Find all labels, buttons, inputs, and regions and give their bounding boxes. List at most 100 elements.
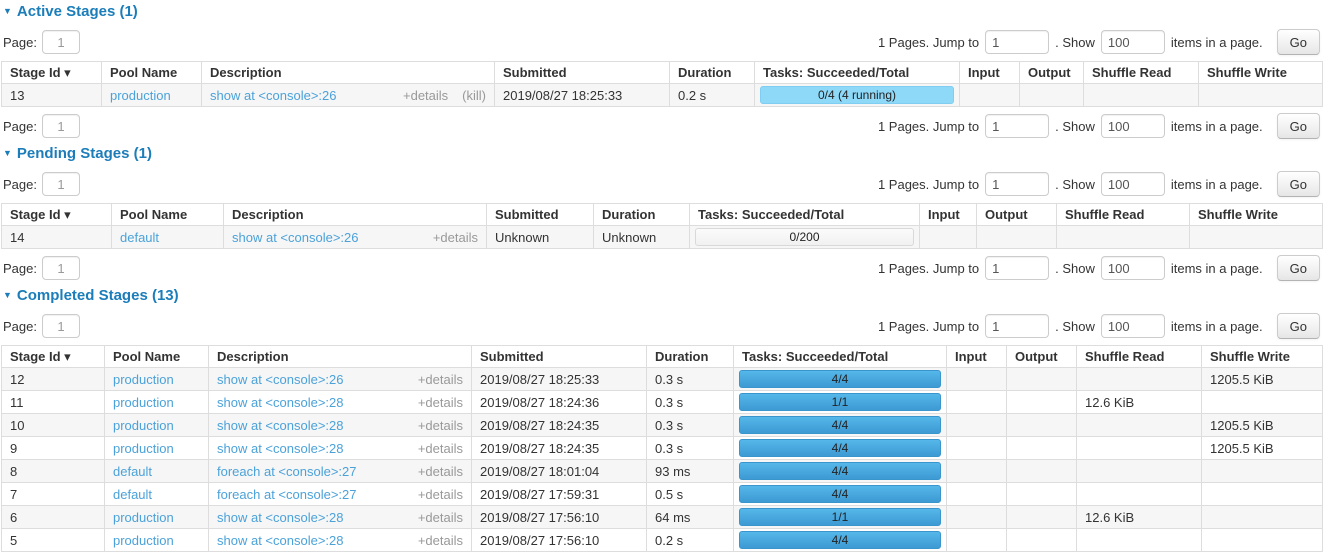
collapse-arrow-icon: ▼ [3, 290, 12, 300]
input-cell [947, 529, 1007, 552]
column-header-stage-id[interactable]: Stage Id ▾ [2, 204, 112, 226]
details-link[interactable]: +details [418, 441, 463, 456]
completed-top-pagination: Page:1 Pages. Jump to. Showitems in a pa… [3, 313, 1320, 339]
pool-name-link[interactable]: default [120, 230, 159, 245]
show-count-input[interactable] [1101, 256, 1165, 280]
page-label: Page: [3, 119, 37, 134]
description-link[interactable]: foreach at <console>:27 [217, 487, 357, 502]
column-header-duration[interactable]: Duration [594, 204, 690, 226]
go-button[interactable]: Go [1277, 113, 1320, 139]
column-header-shuffle-write[interactable]: Shuffle Write [1202, 346, 1323, 368]
column-header-submitted[interactable]: Submitted [495, 62, 670, 84]
column-header-input[interactable]: Input [947, 346, 1007, 368]
column-header-shuffle-write[interactable]: Shuffle Write [1190, 204, 1323, 226]
column-header-submitted[interactable]: Submitted [472, 346, 647, 368]
items-per-page-label: items in a page. [1171, 261, 1263, 276]
details-link[interactable]: +details [418, 395, 463, 410]
jump-to-input[interactable] [985, 314, 1049, 338]
jump-to-input[interactable] [985, 30, 1049, 54]
pool-name-link[interactable]: production [113, 395, 174, 410]
page-number-input[interactable] [42, 314, 80, 338]
column-header-shuffle-read[interactable]: Shuffle Read [1084, 62, 1199, 84]
column-header-tasks-succeeded-total[interactable]: Tasks: Succeeded/Total [690, 204, 920, 226]
pool-name-link[interactable]: production [110, 88, 171, 103]
column-header-shuffle-write[interactable]: Shuffle Write [1199, 62, 1323, 84]
column-header-input[interactable]: Input [920, 204, 977, 226]
description-link[interactable]: show at <console>:28 [217, 418, 343, 433]
shuffle-write-cell: 1205.5 KiB [1202, 437, 1323, 460]
column-header-submitted[interactable]: Submitted [487, 204, 594, 226]
column-header-output[interactable]: Output [1007, 346, 1077, 368]
tasks-cell: 4/4 [734, 414, 947, 437]
output-cell [1007, 483, 1077, 506]
details-link[interactable]: +details [418, 418, 463, 433]
go-button[interactable]: Go [1277, 255, 1320, 281]
column-header-description[interactable]: Description [209, 346, 472, 368]
column-header-description[interactable]: Description [224, 204, 487, 226]
pool-name-link[interactable]: production [113, 533, 174, 548]
show-count-input[interactable] [1101, 172, 1165, 196]
completed-stages-header[interactable]: ▼Completed Stages (13) [3, 287, 1321, 304]
show-count-input[interactable] [1101, 114, 1165, 138]
column-header-duration[interactable]: Duration [670, 62, 755, 84]
details-link[interactable]: +details [418, 464, 463, 479]
column-header-pool-name[interactable]: Pool Name [112, 204, 224, 226]
pager-left: Page: [3, 256, 80, 280]
details-link[interactable]: +details [418, 487, 463, 502]
tasks-progress-bar: 4/4 [739, 531, 941, 549]
stage-id-cell: 10 [2, 414, 105, 437]
description-link[interactable]: show at <console>:28 [217, 510, 343, 525]
details-link[interactable]: +details [418, 510, 463, 525]
description-link[interactable]: show at <console>:26 [210, 88, 336, 103]
pool-name-link[interactable]: default [113, 487, 152, 502]
column-header-tasks-succeeded-total[interactable]: Tasks: Succeeded/Total [755, 62, 960, 84]
jump-to-input[interactable] [985, 114, 1049, 138]
details-link[interactable]: +details [418, 533, 463, 548]
description-link[interactable]: show at <console>:26 [232, 230, 358, 245]
details-link[interactable]: +details [433, 230, 478, 245]
column-header-output[interactable]: Output [1020, 62, 1084, 84]
go-button[interactable]: Go [1277, 29, 1320, 55]
column-header-duration[interactable]: Duration [647, 346, 734, 368]
column-header-input[interactable]: Input [960, 62, 1020, 84]
pool-name-link[interactable]: production [113, 441, 174, 456]
column-header-pool-name[interactable]: Pool Name [102, 62, 202, 84]
description-link[interactable]: show at <console>:26 [217, 372, 343, 387]
page-number-input[interactable] [42, 172, 80, 196]
pool-name-link[interactable]: default [113, 464, 152, 479]
details-link[interactable]: +details [418, 372, 463, 387]
column-header-stage-id[interactable]: Stage Id ▾ [2, 62, 102, 84]
pending-stages-header[interactable]: ▼Pending Stages (1) [3, 145, 1321, 162]
column-header-tasks-succeeded-total[interactable]: Tasks: Succeeded/Total [734, 346, 947, 368]
kill-link[interactable]: (kill) [462, 88, 486, 103]
go-button[interactable]: Go [1277, 313, 1320, 339]
active-stages-header[interactable]: ▼Active Stages (1) [3, 3, 1321, 20]
pool-name-link[interactable]: production [113, 510, 174, 525]
duration-cell: 93 ms [647, 460, 734, 483]
show-count-input[interactable] [1101, 30, 1165, 54]
pool-name-link[interactable]: production [113, 372, 174, 387]
pager-left: Page: [3, 114, 80, 138]
jump-to-input[interactable] [985, 172, 1049, 196]
page-number-input[interactable] [42, 256, 80, 280]
column-header-shuffle-read[interactable]: Shuffle Read [1057, 204, 1190, 226]
description-link[interactable]: show at <console>:28 [217, 441, 343, 456]
description-link[interactable]: foreach at <console>:27 [217, 464, 357, 479]
table-row: 14defaultshow at <console>:26+detailsUnk… [2, 226, 1323, 249]
column-header-pool-name[interactable]: Pool Name [105, 346, 209, 368]
page-number-input[interactable] [42, 30, 80, 54]
pool-name-link[interactable]: production [113, 418, 174, 433]
page-number-input[interactable] [42, 114, 80, 138]
go-button[interactable]: Go [1277, 171, 1320, 197]
column-header-shuffle-read[interactable]: Shuffle Read [1077, 346, 1202, 368]
tasks-progress-bar: 0/4 (4 running) [760, 86, 954, 104]
column-header-stage-id[interactable]: Stage Id ▾ [2, 346, 105, 368]
pool-name-cell: default [105, 483, 209, 506]
details-link[interactable]: +details [403, 88, 448, 103]
jump-to-input[interactable] [985, 256, 1049, 280]
show-count-input[interactable] [1101, 314, 1165, 338]
column-header-description[interactable]: Description [202, 62, 495, 84]
description-link[interactable]: show at <console>:28 [217, 533, 343, 548]
column-header-output[interactable]: Output [977, 204, 1057, 226]
description-link[interactable]: show at <console>:28 [217, 395, 343, 410]
